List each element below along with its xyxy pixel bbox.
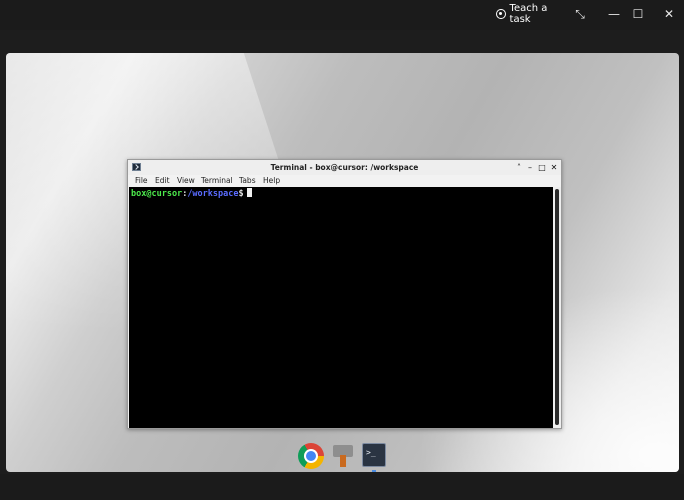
dock: >_ <box>296 443 392 472</box>
menu-tabs[interactable]: Tabs <box>239 176 256 185</box>
minimize-button[interactable]: — <box>603 4 625 24</box>
maximize-button[interactable]: ☐ <box>627 4 649 24</box>
terminal-menu-bar: File Edit View Terminal Tabs Help <box>128 175 561 187</box>
terminal-titlebar[interactable]: Terminal - box@cursor: /workspace ˄ – □ … <box>128 160 561 175</box>
menu-view[interactable]: View <box>177 176 195 185</box>
text-cursor <box>246 188 252 197</box>
menu-file[interactable]: File <box>135 176 148 185</box>
menu-help[interactable]: Help <box>263 176 280 185</box>
outer-window-bottom-bar <box>0 474 684 500</box>
terminal-shade-button[interactable]: – <box>525 162 535 173</box>
scrollbar-thumb[interactable] <box>555 189 559 425</box>
close-button[interactable]: ✕ <box>658 4 680 24</box>
record-icon <box>496 9 506 19</box>
terminal-scrollbar[interactable] <box>553 187 561 428</box>
terminal-icon-glyph: >_ <box>366 448 376 457</box>
prompt-symbol: $ <box>238 189 244 199</box>
prompt-line: box@cursor:/workspace$ <box>131 188 252 199</box>
terminal-title: Terminal - box@cursor: /workspace <box>270 163 419 172</box>
terminal-icon[interactable]: >_ <box>362 443 386 467</box>
menu-terminal[interactable]: Terminal <box>201 176 233 185</box>
outer-window-titlebar: Teach a task ⤡ — ☐ ✕ <box>0 0 684 30</box>
prompt-path: /workspace <box>187 189 239 199</box>
teach-task-label: Teach a task <box>509 3 548 25</box>
active-indicator <box>372 470 376 472</box>
chrome-icon[interactable] <box>298 443 324 469</box>
terminal-window[interactable]: Terminal - box@cursor: /workspace ˄ – □ … <box>127 159 562 429</box>
teach-task-button[interactable]: Teach a task <box>496 2 568 26</box>
terminal-maximize-button[interactable]: □ <box>537 162 547 173</box>
terminal-output[interactable]: box@cursor:/workspace$ <box>129 187 553 428</box>
restore-button[interactable]: ⤡ <box>569 4 591 24</box>
prompt-user-host: box@cursor <box>131 189 183 199</box>
menu-edit[interactable]: Edit <box>155 176 170 185</box>
terminal-close-button[interactable]: ✕ <box>549 162 559 173</box>
file-manager-icon[interactable] <box>331 443 355 469</box>
terminal-minimize-button[interactable]: ˄ <box>514 162 524 173</box>
